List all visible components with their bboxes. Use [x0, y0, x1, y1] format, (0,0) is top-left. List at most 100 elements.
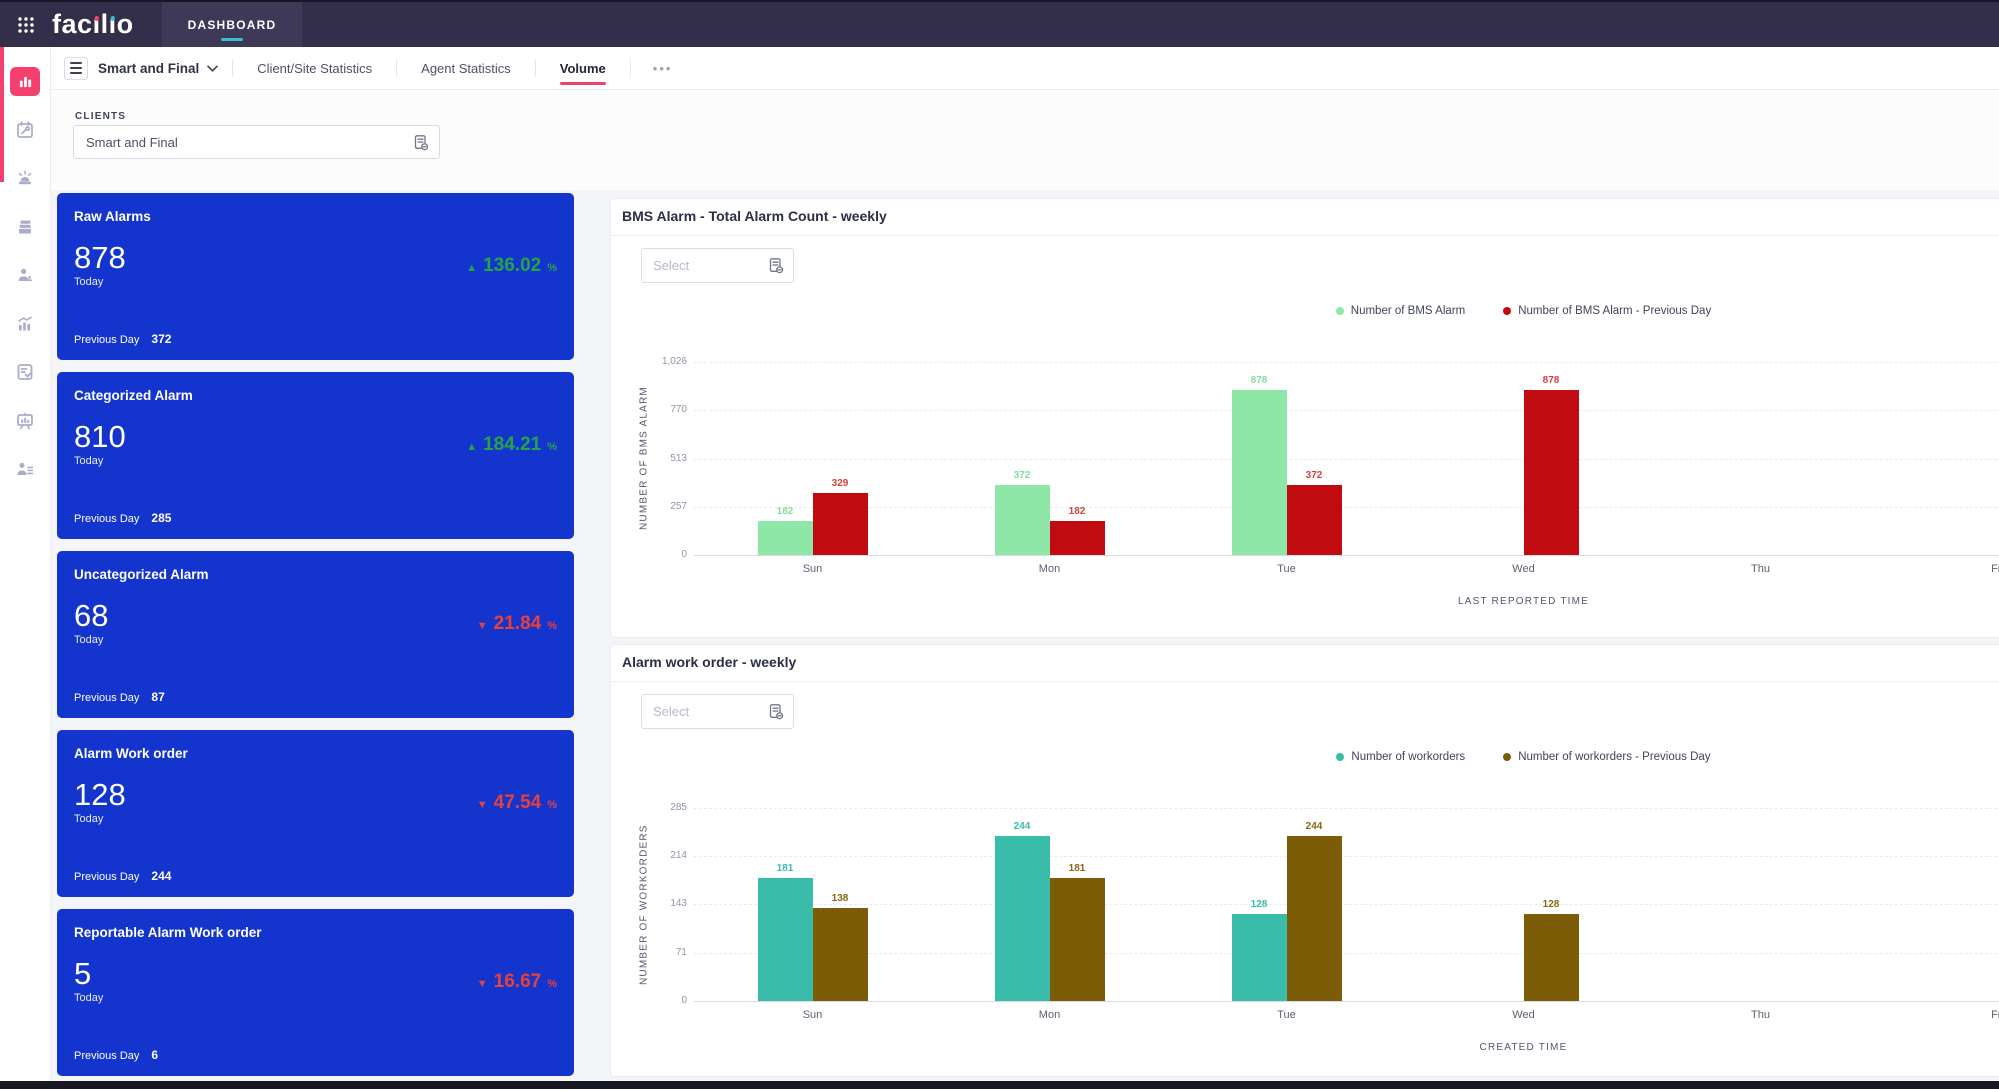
bar-sun-s1[interactable]: [813, 493, 868, 555]
y-tick-label: 513: [611, 453, 687, 464]
bar-tue-s1[interactable]: [1287, 836, 1342, 1001]
tab-agent-statistics[interactable]: Agent Statistics: [411, 47, 521, 89]
kpi-title: Alarm Work order: [74, 746, 557, 761]
gridline: [694, 904, 1999, 905]
y-tick-label: 1,026: [611, 356, 687, 367]
chevron-down-icon: [207, 65, 218, 72]
sidebar-item-analytics[interactable]: [1, 300, 49, 349]
kpi-title: Reportable Alarm Work order: [74, 925, 557, 940]
sidebar-item-tasks[interactable]: [1, 348, 49, 397]
bar-value-label: 128: [1232, 899, 1287, 910]
kpi-trend: ▼47.54%: [477, 792, 557, 814]
bar-tue-s1[interactable]: [1287, 485, 1342, 555]
gridline: [694, 507, 1999, 508]
board-name: Smart and Final: [98, 61, 199, 76]
x-tick-label: Wed: [1405, 1009, 1642, 1021]
bar-sun-s0[interactable]: [758, 521, 813, 555]
kpi-trend: ▲136.02%: [466, 255, 557, 277]
app-grid-icon[interactable]: [0, 2, 52, 47]
y-tick-label: 285: [611, 802, 687, 813]
y-tick-label: 0: [611, 549, 687, 560]
bar-value-label: 372: [1287, 470, 1342, 481]
sidebar-active-strip: [0, 47, 4, 182]
x-axis-title: CREATED TIME: [694, 1042, 1999, 1053]
sidebar-item-maintenance[interactable]: [1, 106, 49, 155]
tab-volume[interactable]: Volume: [550, 47, 616, 89]
bar-mon-s0[interactable]: [995, 836, 1050, 1001]
building-icon: [15, 217, 35, 237]
board-selector[interactable]: Smart and Final: [98, 61, 218, 76]
maintenance-calendar-icon: [15, 120, 35, 140]
bar-sun-s0[interactable]: [758, 878, 813, 1001]
x-tick-label: Tue: [1168, 563, 1405, 575]
kpi-previous: Previous Day372: [74, 332, 171, 346]
divider: [535, 59, 536, 77]
y-tick-label: 0: [611, 995, 687, 1006]
bar-value-label: 128: [1524, 899, 1579, 910]
y-tick-label: 143: [611, 898, 687, 909]
kpi-card-categorized-alarm: Categorized Alarm 810 Today ▲184.21% Pre…: [57, 372, 574, 539]
analytics-icon: [15, 314, 35, 334]
horizontal-scrollbar[interactable]: [0, 1081, 1999, 1089]
sidebar-item-dashboard[interactable]: [1, 57, 49, 106]
bar-plot: 071143214285Sun181138Mon244181Tue128244W…: [611, 645, 1999, 1076]
sidebar-item-agents[interactable]: [1, 251, 49, 300]
bar-value-label: 329: [813, 478, 868, 489]
trend-arrow-icon: ▼: [477, 620, 488, 632]
topbar: facılıo DASHBOARD: [0, 0, 1999, 47]
bar-mon-s1[interactable]: [1050, 521, 1105, 555]
people-list-icon: [15, 459, 35, 479]
kpi-previous: Previous Day87: [74, 690, 165, 704]
gridline: [694, 555, 1999, 556]
bar-value-label: 182: [1050, 506, 1105, 517]
bar-value-label: 878: [1232, 375, 1287, 386]
sidebar-item-people[interactable]: [1, 445, 49, 494]
gridline: [694, 362, 1999, 363]
bar-tue-s0[interactable]: [1232, 914, 1287, 1001]
kpi-previous: Previous Day6: [74, 1048, 158, 1062]
bar-value-label: 244: [995, 821, 1050, 832]
bar-mon-s1[interactable]: [1050, 878, 1105, 1001]
gridline: [694, 953, 1999, 954]
bar-mon-s0[interactable]: [995, 485, 1050, 555]
x-tick-label: Thu: [1642, 1009, 1879, 1021]
hamburger-menu-button[interactable]: [64, 57, 88, 80]
bar-value-label: 181: [758, 863, 813, 874]
x-tick-label: Sun: [694, 563, 931, 575]
x-tick-label: Thu: [1642, 563, 1879, 575]
tab-client-site-statistics[interactable]: Client/Site Statistics: [247, 47, 382, 89]
bar-wed-s1[interactable]: [1524, 914, 1579, 1001]
bar-value-label: 182: [758, 506, 813, 517]
x-axis-title: LAST REPORTED TIME: [694, 596, 1999, 607]
clients-value: Smart and Final: [86, 135, 413, 150]
alarm-work-order-chart-panel: Alarm work order - weekly Select Number …: [610, 644, 1999, 1077]
topnav-dashboard-tab[interactable]: DASHBOARD: [162, 2, 303, 47]
bar-value-label: 878: [1524, 375, 1579, 386]
gridline: [694, 808, 1999, 809]
bar-sun-s1[interactable]: [813, 908, 868, 1001]
bar-wed-s1[interactable]: [1524, 390, 1579, 555]
facilio-logo: facılıo: [52, 2, 134, 47]
kpi-title: Uncategorized Alarm: [74, 567, 557, 582]
divider: [396, 59, 397, 77]
x-tick-label: Fri: [1879, 1009, 1999, 1021]
sidebar-item-alarms[interactable]: [1, 154, 49, 203]
active-tab-underline: [560, 82, 606, 85]
bar-value-label: 244: [1287, 821, 1342, 832]
clients-input[interactable]: Smart and Final: [73, 125, 440, 159]
kpi-card-uncategorized-alarm: Uncategorized Alarm 68 Today ▼21.84% Pre…: [57, 551, 574, 718]
bar-tue-s0[interactable]: [1232, 390, 1287, 555]
kpi-previous: Previous Day244: [74, 869, 171, 883]
bms-alarm-chart-panel: BMS Alarm - Total Alarm Count - weekly S…: [610, 198, 1999, 638]
kpi-period: Today: [74, 992, 557, 1004]
sidebar-item-reports[interactable]: [1, 397, 49, 446]
sidebar-item-portfolio[interactable]: [1, 203, 49, 252]
kpi-period: Today: [74, 634, 557, 646]
kpi-trend: ▼21.84%: [477, 613, 557, 635]
trend-arrow-icon: ▼: [477, 799, 488, 811]
more-tabs-button[interactable]: •••: [645, 61, 681, 76]
active-tab-underline: [221, 38, 243, 41]
x-tick-label: Sun: [694, 1009, 931, 1021]
kpi-title: Raw Alarms: [74, 209, 557, 224]
kpi-period: Today: [74, 455, 557, 467]
